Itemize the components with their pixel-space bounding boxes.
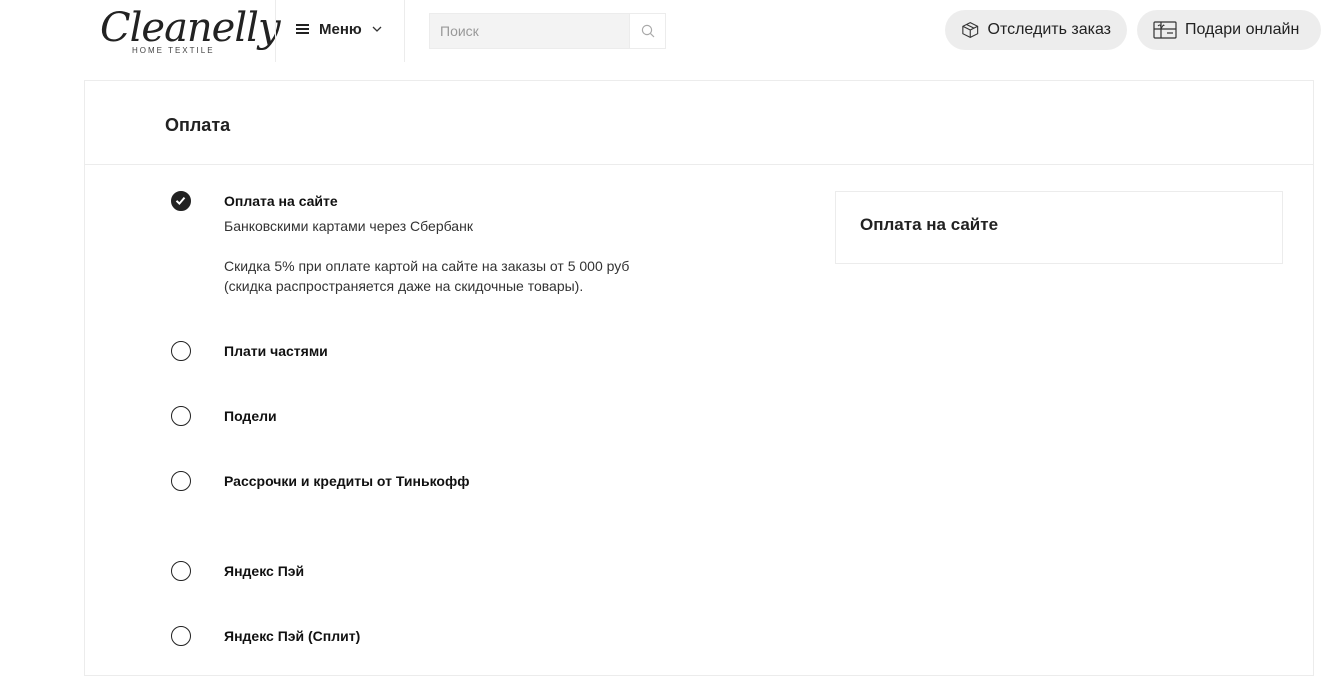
payment-option-label: Оплата на сайте — [224, 193, 338, 209]
search-box — [429, 13, 666, 49]
chevron-down-icon — [372, 26, 382, 32]
payment-summary-box: Оплата на сайте — [835, 191, 1283, 264]
section-title: Оплата — [165, 115, 231, 135]
radio-unchecked[interactable] — [171, 471, 191, 491]
search-input[interactable] — [430, 14, 630, 48]
payment-option-label: Яндекс Пэй — [224, 563, 305, 579]
section-divider — [85, 164, 1313, 165]
search-icon — [641, 24, 654, 38]
radio-unchecked[interactable] — [171, 406, 191, 426]
header-divider — [275, 0, 276, 62]
logo-tagline: HOME TEXTILE — [132, 46, 215, 55]
box-icon — [962, 21, 979, 39]
payment-option-discount: Скидка 5% при оплате картой на сайте на … — [224, 258, 630, 274]
payment-option-label: Рассрочки и кредиты от Тинькофф — [224, 473, 470, 489]
menu-label: Меню — [319, 20, 362, 38]
logo-wordmark: Cleanelly — [100, 5, 281, 51]
payment-option-tinkoff[interactable]: Рассрочки и кредиты от Тинькофф — [171, 471, 771, 493]
payment-option-site[interactable]: Оплата на сайте Банковскими картами чере… — [171, 191, 771, 301]
radio-checked[interactable] — [171, 191, 191, 211]
search-button[interactable] — [629, 14, 665, 48]
track-order-button[interactable]: Отследить заказ — [945, 10, 1127, 50]
gift-online-button[interactable]: Подари онлайн — [1137, 10, 1321, 50]
gift-online-label: Подари онлайн — [1185, 21, 1300, 38]
burger-icon — [296, 24, 309, 34]
track-order-label: Отследить заказ — [987, 21, 1112, 38]
payment-option-discount-note: (скидка распространяется даже на скидочн… — [224, 278, 584, 294]
logo[interactable]: Cleanelly HOME TEXTILE — [100, 4, 281, 58]
payment-option-parts[interactable]: Плати частями — [171, 341, 771, 363]
radio-unchecked[interactable] — [171, 626, 191, 646]
payment-option-label: Подели — [224, 408, 277, 424]
payment-option-description: Банковскими картами через Сбербанк — [224, 218, 473, 234]
payment-section: Оплата Оплата на сайте Банковскими карта… — [84, 80, 1314, 676]
payment-option-podeli[interactable]: Подели — [171, 406, 771, 428]
radio-unchecked[interactable] — [171, 561, 191, 581]
payment-option-yandex-split[interactable]: Яндекс Пэй (Сплит) — [171, 626, 771, 648]
check-icon — [175, 196, 186, 206]
summary-title: Оплата на сайте — [860, 215, 999, 234]
payment-option-label: Плати частями — [224, 343, 328, 359]
menu-button[interactable]: Меню — [296, 14, 382, 44]
gift-card-icon — [1153, 21, 1177, 39]
radio-unchecked[interactable] — [171, 341, 191, 361]
header-divider — [404, 0, 405, 62]
payment-option-label: Яндекс Пэй (Сплит) — [224, 628, 361, 644]
payment-option-yandex-pay[interactable]: Яндекс Пэй — [171, 561, 771, 583]
site-header: Cleanelly HOME TEXTILE Меню Отследить за… — [0, 0, 1335, 62]
